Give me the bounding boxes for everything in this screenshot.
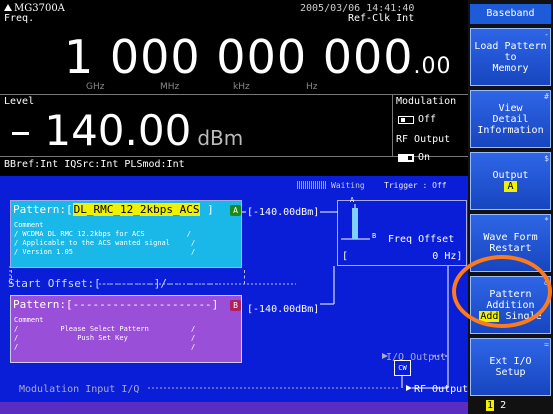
key-line: View [498,102,523,114]
key-line: Detail [492,113,529,125]
unit-khz: kHz [233,82,250,92]
rf-output-state: On [418,152,431,163]
freq-main: 1 000 000 000 [64,30,414,84]
page-current: 1 [486,400,495,411]
key-line: Restart [489,243,532,254]
level-number: – 140.00 [10,106,192,155]
divider [0,94,468,95]
page-other: 2 [500,400,507,411]
load-pattern-button[interactable]: - Load Pattern to Memory [470,28,551,86]
marker-a: A [350,196,355,204]
page-indicator[interactable]: 1 2 [486,400,506,411]
key-line: Setup [495,367,526,378]
baseband-diagram: Waiting Trigger : Off Pattern:[DL_RMC_12… [0,176,468,402]
cw-icon: CW [394,360,411,376]
key-line: to [504,51,517,63]
bottom-status-bar [0,402,468,414]
key-line: Information [477,124,544,136]
key-line: Ext I/O [489,356,532,367]
key-hint: # [544,92,549,101]
modulation-state: Off [418,114,437,125]
key-hint: $ [544,154,549,163]
rf-output-label: RF Output [396,134,451,145]
key-line: Output [492,170,529,181]
unit-mhz: MHz [160,82,180,92]
freq-label: Freq. [4,13,35,24]
key-hint: - [544,30,549,39]
key-line: Wave Form [483,232,538,243]
unit-ghz: GHz [86,82,105,92]
frequency-value[interactable]: 1 000 000 000.00 [64,34,452,80]
output-value: A [504,181,517,192]
view-detail-button[interactable]: # View Detail Information [470,90,551,148]
marker-b: B [372,232,377,240]
key-hint: * [544,216,549,225]
freq-frac: .00 [413,54,452,79]
modulation-label: Modulation [396,96,457,107]
parameter-display: MG3700A 2005/03/06 14:41:40 Freq. Ref-Cl… [0,0,468,176]
softkey-panel: Baseband - Load Pattern to Memory # View… [468,0,553,414]
softkey-header: Baseband [470,4,551,24]
key-hint: = [544,340,549,349]
rf-output-label: RF Output [414,384,469,395]
level-unit: dBm [197,126,244,150]
divider [392,94,393,156]
anritsu-logo-icon [4,4,12,11]
rf-output-toggle-icon [398,154,414,162]
key-line: Memory [492,62,529,74]
highlight-circle [452,255,552,328]
unit-hz: Hz [306,82,318,92]
spectrum-bar-icon [352,208,358,239]
refclk-status: Ref-Clk Int [348,13,415,24]
ext-io-setup-button[interactable]: = Ext I/O Setup [470,338,551,396]
modulation-input-label: Modulation Input I/Q [19,384,140,395]
key-line: Load Pattern [474,40,547,52]
level-value[interactable]: – 140.00 dBm [10,110,243,152]
modulation-toggle-icon [398,116,414,124]
source-status: BBref:Int IQSrc:Int PLSmod:Int [4,159,185,170]
output-button[interactable]: $ Output A [470,152,551,210]
